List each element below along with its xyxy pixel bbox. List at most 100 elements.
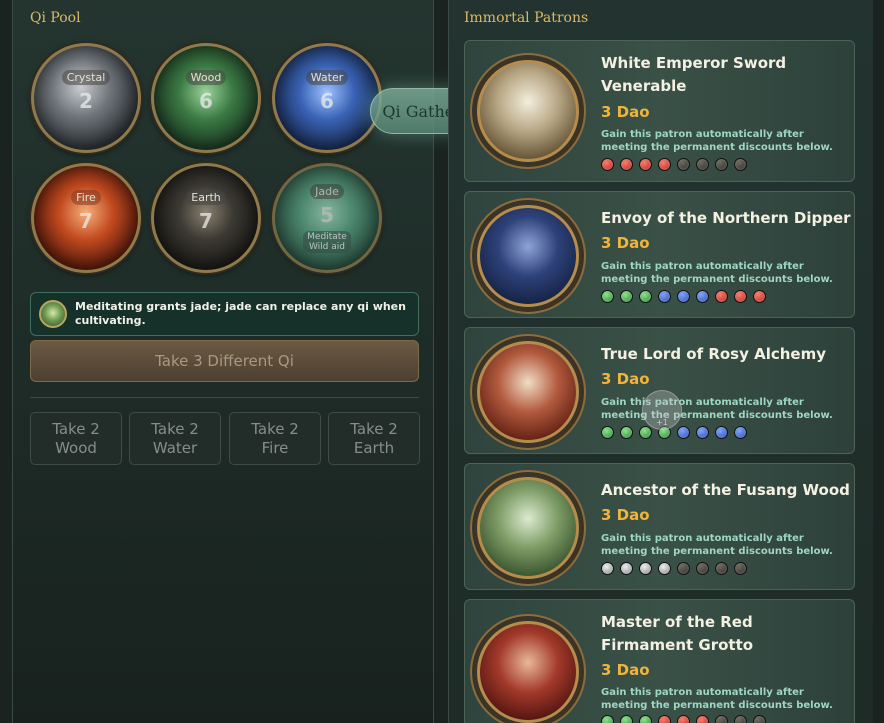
crystal-gem-icon xyxy=(639,562,652,575)
fire-gem-icon xyxy=(753,290,766,303)
water-gem-icon xyxy=(696,426,709,439)
fire-token[interactable]: Fire 7 xyxy=(31,163,141,273)
crystal-gem-icon xyxy=(620,562,633,575)
earth-gem-icon xyxy=(715,562,728,575)
token-count: 6 xyxy=(199,88,213,113)
wood-gem-icon xyxy=(639,715,652,723)
water-token[interactable]: Water 6 xyxy=(272,43,382,153)
fire-gem-icon xyxy=(639,158,652,171)
discount-gems xyxy=(601,562,747,575)
patron-desc: Gain this patron automatically after mee… xyxy=(601,129,833,153)
crystal-token[interactable]: Crystal 2 xyxy=(31,43,141,153)
earth-gem-icon xyxy=(696,158,709,171)
water-gem-icon xyxy=(677,426,690,439)
earth-gem-icon xyxy=(696,562,709,575)
earth-token[interactable]: Earth 7 xyxy=(151,163,261,273)
earth-gem-icon xyxy=(677,562,690,575)
water-gem-icon xyxy=(734,426,747,439)
earth-gem-icon xyxy=(734,715,747,723)
crystal-gem-icon xyxy=(658,562,671,575)
wood-gem-icon xyxy=(639,426,652,439)
flying-token-ghost: +1 xyxy=(642,390,682,430)
token-name: Fire xyxy=(71,189,101,205)
button-line: Wood xyxy=(55,438,97,457)
wood-gem-icon xyxy=(601,426,614,439)
jade-icon xyxy=(39,300,67,328)
fire-gem-icon xyxy=(734,290,747,303)
take-two-fire-button[interactable]: Take 2 Fire xyxy=(229,412,321,465)
patron-card[interactable]: Master of the Red Firmament Grotto 3 Dao… xyxy=(464,599,855,723)
discount-gems xyxy=(601,158,747,171)
take-two-wood-button[interactable]: Take 2 Wood xyxy=(30,412,122,465)
wood-gem-icon xyxy=(601,715,614,723)
qi-pool-title: Qi Pool xyxy=(30,10,81,26)
patron-portrait xyxy=(477,341,579,443)
fire-gem-icon xyxy=(677,715,690,723)
divider xyxy=(30,397,419,398)
water-gem-icon xyxy=(658,290,671,303)
patron-portrait xyxy=(477,205,579,307)
patron-portrait xyxy=(477,60,579,162)
earth-gem-icon xyxy=(715,158,728,171)
discount-gems xyxy=(601,426,747,439)
token-name: Crystal xyxy=(61,69,111,85)
earth-gem-icon xyxy=(753,715,766,723)
patron-portrait xyxy=(477,477,579,579)
patron-dao: 3 Dao xyxy=(601,370,650,388)
fire-gem-icon xyxy=(715,290,728,303)
meditation-info-box: Meditating grants jade; jade can replace… xyxy=(30,292,419,336)
wood-gem-icon xyxy=(620,715,633,723)
token-name: Wood xyxy=(185,69,227,85)
patron-name: True Lord of Rosy Alchemy xyxy=(601,345,827,363)
take-three-different-qi-button[interactable]: Take 3 Different Qi xyxy=(30,340,419,382)
patron-card[interactable]: White Emperor Sword Venerable 3 Dao Gain… xyxy=(464,40,855,182)
discount-gems xyxy=(601,715,766,723)
patron-dao: 3 Dao xyxy=(601,506,650,524)
patron-dao: 3 Dao xyxy=(601,234,650,252)
button-line: Take 2 xyxy=(52,419,100,438)
take-two-water-button[interactable]: Take 2 Water xyxy=(129,412,221,465)
fire-gem-icon xyxy=(658,158,671,171)
take-two-earth-button[interactable]: Take 2 Earth xyxy=(328,412,420,465)
patron-card[interactable]: Ancestor of the Fusang Wood 3 Dao Gain t… xyxy=(464,463,855,590)
jade-token[interactable]: Jade 5 Meditate Wild aid xyxy=(272,163,382,273)
patron-card[interactable]: Envoy of the Northern Dipper 3 Dao Gain … xyxy=(464,191,855,318)
water-gem-icon xyxy=(715,426,728,439)
button-line: Water xyxy=(152,438,198,457)
token-count: 2 xyxy=(79,88,93,113)
patron-portrait xyxy=(477,621,579,723)
patron-desc: Gain this patron automatically after mee… xyxy=(601,397,833,421)
earth-gem-icon xyxy=(734,158,747,171)
token-name: Earth xyxy=(186,189,226,205)
button-line: Take 2 xyxy=(251,419,299,438)
token-name: Jade xyxy=(310,183,344,199)
patron-dao: 3 Dao xyxy=(601,661,650,679)
token-count: 5 xyxy=(320,202,334,227)
wood-gem-icon xyxy=(601,290,614,303)
token-name: Water xyxy=(305,69,349,85)
button-line: Take 2 xyxy=(151,419,199,438)
button-line: Take 2 xyxy=(350,419,398,438)
wood-gem-icon xyxy=(620,290,633,303)
patron-name: Ancestor of the Fusang Wood xyxy=(601,481,850,499)
wood-token[interactable]: Wood 6 xyxy=(151,43,261,153)
fire-gem-icon xyxy=(696,715,709,723)
info-text: Meditating grants jade; jade can replace… xyxy=(75,300,406,327)
crystal-gem-icon xyxy=(601,562,614,575)
fire-gem-icon xyxy=(620,158,633,171)
earth-gem-icon xyxy=(677,158,690,171)
token-count: 6 xyxy=(320,88,334,113)
patrons-title: Immortal Patrons xyxy=(464,10,589,26)
fire-gem-icon xyxy=(658,715,671,723)
patron-desc: Gain this patron automatically after mee… xyxy=(601,533,833,557)
patron-name: Envoy of the Northern Dipper xyxy=(601,209,851,227)
wood-gem-icon xyxy=(639,290,652,303)
button-line: Fire xyxy=(261,438,289,457)
patron-name: Master of the Red Firmament Grotto xyxy=(601,613,754,654)
token-count: 7 xyxy=(199,208,213,233)
earth-gem-icon xyxy=(734,562,747,575)
patron-name: White Emperor Sword Venerable xyxy=(601,54,787,95)
earth-gem-icon xyxy=(715,715,728,723)
token-count: 7 xyxy=(79,208,93,233)
patron-desc: Gain this patron automatically after mee… xyxy=(601,687,833,711)
